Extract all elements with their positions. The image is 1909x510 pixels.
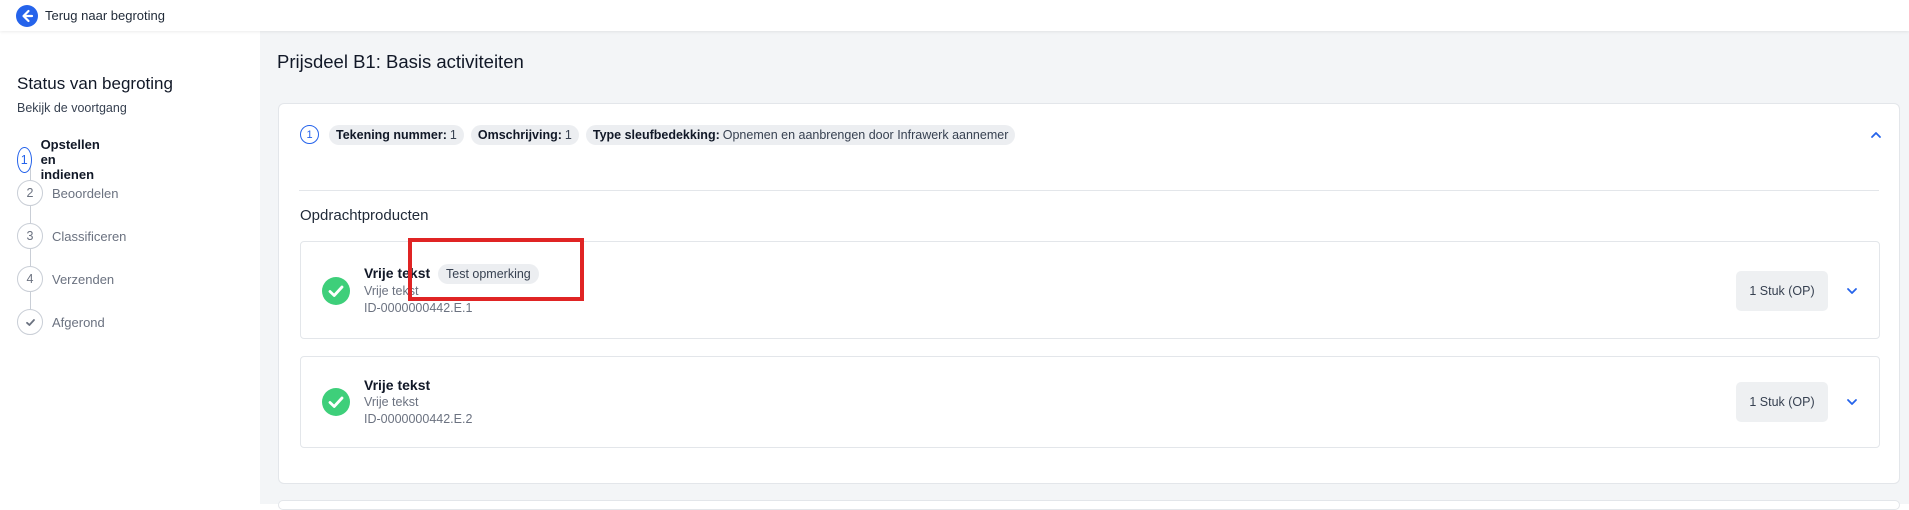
- step-label: Classificeren: [52, 228, 127, 244]
- expand-button[interactable]: [1845, 395, 1859, 409]
- step-label: Afgerond: [52, 314, 105, 330]
- step-beoordelen[interactable]: 2 Beoordelen: [17, 180, 119, 206]
- back-to-budget-link[interactable]: Terug naar begroting: [16, 4, 165, 27]
- tag-tekening-nummer: Tekening nummer: 1: [329, 125, 464, 145]
- section-title: Opdrachtproducten: [300, 207, 429, 224]
- top-bar: Terug naar begroting: [0, 0, 1909, 31]
- back-link-label: Terug naar begroting: [45, 8, 165, 23]
- next-card-edge: [278, 500, 1900, 510]
- expand-button[interactable]: [1845, 284, 1859, 298]
- check-circle-icon: [322, 388, 350, 416]
- step-connector: [30, 292, 31, 309]
- tag-value: Opnemen en aanbrengen door Infrawerk aan…: [722, 128, 1009, 142]
- quantity-badge: 1 Stuk (OP): [1736, 382, 1828, 422]
- tag-key: Tekening nummer:: [336, 128, 447, 142]
- product-id: ID-0000000442.E.1: [364, 301, 473, 315]
- card-header[interactable]: 1 Tekening nummer: 1 Omschrijving: 1 Typ…: [279, 104, 1899, 190]
- step-label: Verzenden: [52, 271, 115, 287]
- step-number: 4: [17, 266, 43, 292]
- product-row[interactable]: Vrije tekst Vrije tekst ID-0000000442.E.…: [300, 356, 1880, 448]
- chevron-up-icon: [1871, 132, 1881, 138]
- sidebar-title: Status van begroting: [17, 74, 173, 93]
- step-number: 1: [17, 146, 32, 173]
- card-tags: Tekening nummer: 1 Omschrijving: 1 Type …: [329, 125, 1022, 145]
- step-circle: [17, 309, 43, 335]
- tag-omschrijving: Omschrijving: 1: [470, 125, 579, 145]
- chevron-down-icon: [1847, 288, 1857, 294]
- highlight-box: [408, 238, 584, 301]
- tag-value: 1: [449, 128, 457, 142]
- step-label: Beoordelen: [52, 185, 119, 201]
- product-title: Vrije tekst: [364, 377, 431, 393]
- product-subtitle: Vrije tekst: [364, 395, 419, 409]
- product-id: ID-0000000442.E.2: [364, 412, 473, 426]
- step-label: Opstellen en indienen: [40, 137, 100, 182]
- chevron-down-icon: [1847, 399, 1857, 405]
- check-circle-icon: [322, 277, 350, 305]
- step-number: 3: [17, 223, 43, 249]
- sidebar-subtitle: Bekijk de voortgang: [17, 101, 127, 115]
- step-verzenden[interactable]: 4 Verzenden: [17, 266, 114, 292]
- step-afgerond[interactable]: Afgerond: [17, 309, 105, 335]
- divider: [299, 190, 1879, 191]
- step-opstellen-en-indienen[interactable]: 1 Opstellen en indienen: [17, 137, 111, 182]
- step-connector: [30, 249, 31, 266]
- page-title: Prijsdeel B1: Basis activiteiten: [277, 51, 524, 72]
- step-connector: [30, 206, 31, 223]
- step-classificeren[interactable]: 3 Classificeren: [17, 223, 126, 249]
- card-number: 1: [300, 125, 319, 144]
- quantity-badge: 1 Stuk (OP): [1736, 271, 1828, 311]
- step-number: 2: [17, 180, 43, 206]
- status-sidebar: Status van begroting Bekijk de voortgang…: [0, 31, 260, 504]
- tag-type-sleufbedekking: Type sleufbedekking: Opnemen en aanbreng…: [585, 125, 1016, 145]
- check-icon: [25, 318, 35, 326]
- tag-value: 1: [564, 128, 572, 142]
- arrow-left-circle-icon: [16, 4, 38, 27]
- tag-key: Type sleufbedekking:: [592, 128, 720, 142]
- tag-key: Omschrijving:: [477, 128, 562, 142]
- collapse-button[interactable]: [1869, 128, 1883, 142]
